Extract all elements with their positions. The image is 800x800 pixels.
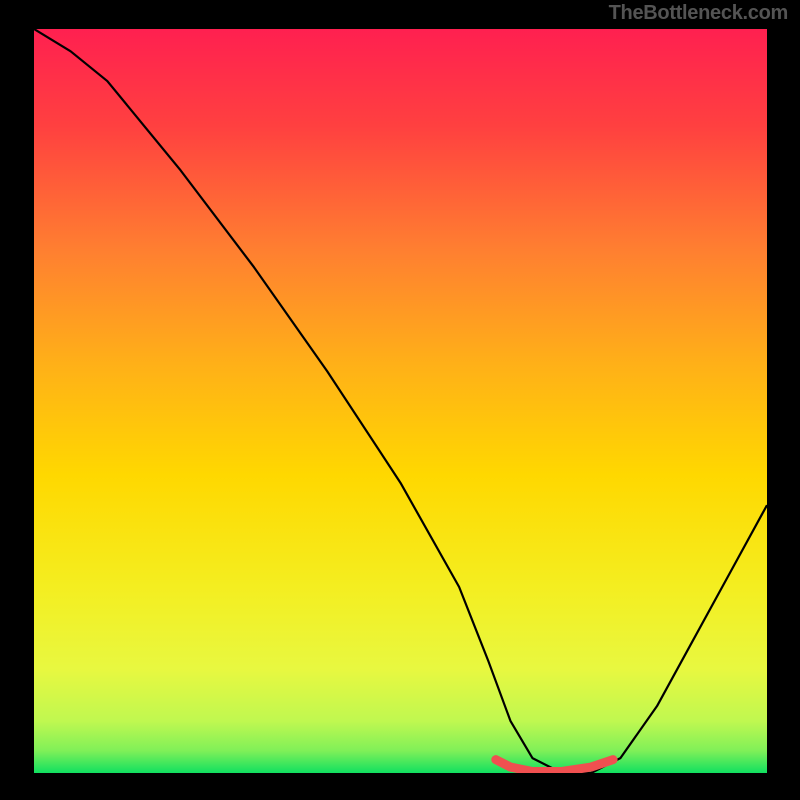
- plot-area: [34, 29, 767, 773]
- chart-container: TheBottleneck.com: [0, 0, 800, 800]
- chart-svg: [34, 29, 767, 773]
- gradient-background: [34, 29, 767, 773]
- attribution-label: TheBottleneck.com: [609, 2, 788, 25]
